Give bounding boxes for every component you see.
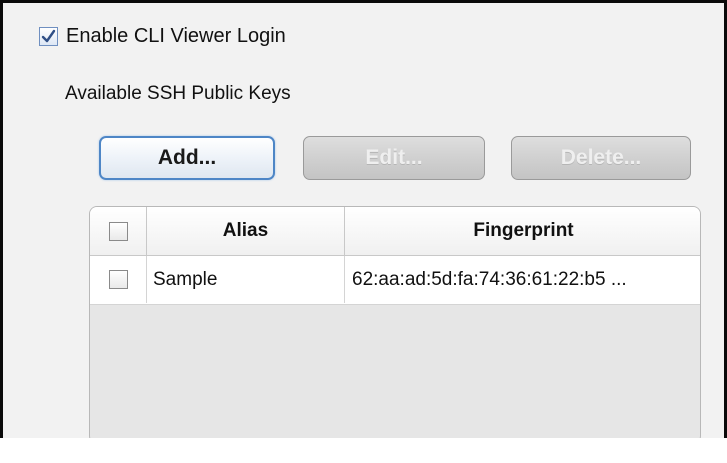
- row-checkbox-cell: [90, 256, 147, 303]
- fingerprint-cell: 62:aa:ad:5d:fa:74:36:61:22:b5 ...: [352, 268, 627, 290]
- column-header-fingerprint[interactable]: Fingerprint: [345, 207, 700, 255]
- table-header: Alias Fingerprint: [90, 207, 700, 256]
- select-all-checkbox[interactable]: [108, 221, 128, 241]
- alias-cell: Sample: [147, 256, 345, 303]
- enable-cli-viewer-login-label[interactable]: Enable CLI Viewer Login: [66, 25, 286, 48]
- column-header-alias[interactable]: Alias: [147, 207, 345, 255]
- row-checkbox[interactable]: [108, 270, 128, 289]
- settings-panel: Enable CLI Viewer Login Available SSH Pu…: [0, 0, 727, 463]
- edit-key-button[interactable]: Edit...: [303, 136, 485, 180]
- enable-cli-viewer-login[interactable]: Enable CLI Viewer Login: [39, 23, 286, 49]
- add-key-button[interactable]: Add...: [99, 136, 275, 180]
- ssh-keys-table: Alias Fingerprint Sample 62:aa:ad:5d:fa:…: [89, 206, 701, 444]
- check-icon: [41, 29, 56, 42]
- bottom-margin: [0, 438, 727, 463]
- delete-key-button[interactable]: Delete...: [511, 136, 691, 180]
- enable-cli-viewer-login-checkbox[interactable]: [39, 26, 58, 46]
- select-all-cell: [90, 207, 147, 255]
- ssh-keys-section-label: Available SSH Public Keys: [65, 83, 291, 104]
- table-row[interactable]: Sample 62:aa:ad:5d:fa:74:36:61:22:b5 ...: [90, 256, 700, 305]
